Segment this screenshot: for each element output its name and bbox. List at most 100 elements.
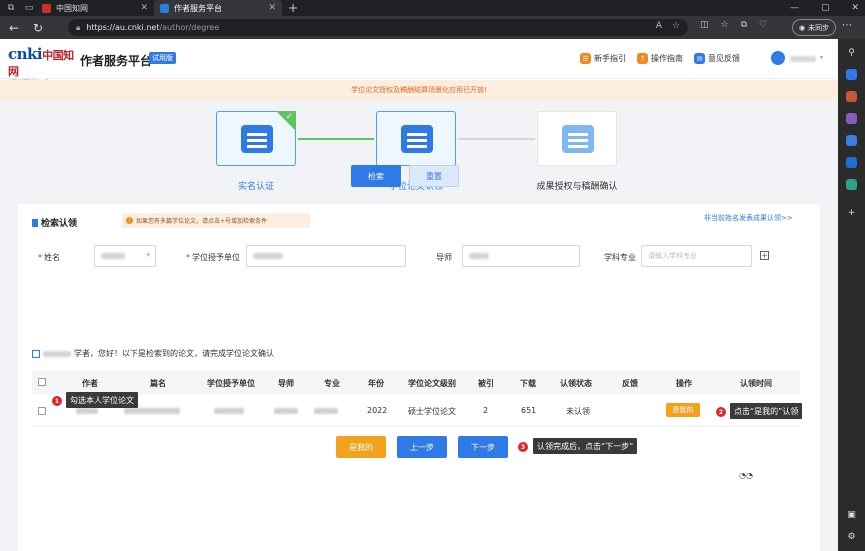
chevron-down-icon: ▾ [146,251,150,259]
tab-label: 作者服务平台 [174,3,222,13]
reset-button[interactable]: 重置 [409,165,459,187]
site-title: 作者服务平台 [80,54,153,68]
annotation-callout: 认领完成后，点击“下一步” [533,438,638,454]
sidebar-drop-icon[interactable] [846,179,857,190]
row-checkbox[interactable] [38,407,46,415]
tab-cnki[interactable]: 中国知网 ✕ [36,0,154,16]
greeting-text: 学者，您好！以下是检索到的论文，请完成学位论文确认 [74,349,274,358]
workspaces-icon[interactable]: ⧉ [4,1,18,15]
annotation-marker: 1 [52,396,62,406]
watermark: ◔◔ DRobot [736,468,814,483]
favorite-star-icon[interactable]: ☆ [672,21,680,31]
collections-icon[interactable]: ⧉ [741,20,747,30]
title-redacted [124,408,180,414]
col-header: 篇名 [150,379,166,388]
sidebar-outlook-icon[interactable] [846,157,857,168]
url-path: /author/degree [159,23,220,32]
select-all-checkbox[interactable] [38,378,46,386]
hint-text: 如果您有多篇学位论文，请点击+号增加检索条件 [136,218,268,225]
manual-link[interactable]: ? 操作指南 [637,53,683,64]
authorize-icon [562,125,594,153]
is-mine-button[interactable]: 是我的 [666,403,700,417]
sidebar-shopping-icon[interactable] [846,91,857,102]
col-header: 下载 [520,379,536,388]
sidebar-add-icon[interactable]: + [846,207,857,218]
col-header: 专业 [324,379,340,388]
sidebar-discover-icon[interactable] [846,69,857,80]
sync-label: 未同步 [808,23,830,32]
add-condition-icon[interactable]: + [760,251,769,260]
read-aloud-icon[interactable]: A [656,21,662,31]
col-header: 认领时间 [740,379,772,388]
info-icon: ! [126,217,133,224]
id-card-icon [241,125,273,153]
address-bar[interactable]: 🔒︎ https://au.cnki.net /author/degree A … [68,19,688,36]
advisor-input[interactable] [462,245,580,267]
search-button[interactable]: 检索 [351,165,401,187]
notice-banner[interactable]: 学位论文授权及稿酬结算场景化应用已开放! [0,80,838,100]
more-menu-icon[interactable]: ⋯ [842,20,852,31]
name-select[interactable]: ▾ [94,245,156,267]
next-step-button[interactable]: 下一步 [458,436,508,458]
col-header: 反馈 [622,379,638,388]
advisor-redacted [274,408,298,414]
user-name-redacted [790,56,816,62]
step-authorize [537,111,617,166]
tab-author-platform[interactable]: 作者服务平台 ✕ [154,0,282,16]
annotation-callout: 点击“是我的”认领 [730,403,803,419]
name-value-redacted [101,253,125,259]
window-controls: — ▢ ✕ [790,0,859,16]
cnki-logo[interactable]: cnki中国知网 中国知识基础设施工程 [8,47,76,85]
scholar-name-redacted [43,350,71,357]
refresh-icon[interactable]: ↻ [28,18,48,38]
is-mine-bulk-button[interactable]: 是我的 [336,436,386,458]
annotation-marker: 2 [716,407,726,417]
tab-label: 中国知网 [56,3,88,13]
other-name-claim-link[interactable]: 非当前姓名发表成果认领>> [704,213,793,223]
chevron-down-icon[interactable]: ▾ [820,54,823,61]
new-tab-icon[interactable]: + [288,1,298,15]
unit-label: * 学位授予单位 [186,253,240,262]
beginner-guide-link[interactable]: ☰ 新手指引 [580,53,626,64]
major-label: 学科专业 [604,253,636,262]
minimize-icon[interactable]: — [790,3,799,13]
sidebar-games-icon[interactable] [846,135,857,146]
close-tab-icon[interactable]: ✕ [140,3,148,13]
user-avatar[interactable] [771,51,785,65]
major-input[interactable]: 请输入学科专业 [641,245,752,267]
close-window-icon[interactable]: ✕ [851,3,859,13]
extensions-icon[interactable]: ♡ [759,20,767,30]
close-tab-icon[interactable]: ✕ [268,3,276,13]
profile-sync-button[interactable]: ◉ 未同步 [792,19,837,36]
favorites-icon[interactable]: ☆ [721,20,729,30]
annotation-callout: 勾选本人学位论文 [66,392,138,408]
address-toolbar: ← ↻ 🔒︎ https://au.cnki.net /author/degre… [0,16,865,39]
edge-sidebar: ⚲ + ▣ ⚙ [838,39,865,551]
back-icon[interactable]: ← [4,18,24,38]
step-identity: ✓ [216,111,296,166]
link-label: 新手指引 [594,54,626,63]
sidebar-settings-icon[interactable]: ⚙ [846,531,857,542]
sidebar-search-icon[interactable]: ⚲ [846,47,857,58]
step-label: 实名认证 [237,182,274,192]
split-screen-icon[interactable]: ◫ [700,20,709,30]
annotation-marker: 3 [518,442,528,452]
col-header: 作者 [82,379,98,388]
feedback-link[interactable]: ✉ 意见反馈 [694,53,740,64]
advisor-value-redacted [469,253,489,259]
col-header: 被引 [478,379,494,388]
sidebar-layout-icon[interactable]: ▣ [846,509,857,520]
unit-input[interactable] [246,245,406,267]
prev-step-button[interactable]: 上一步 [397,436,447,458]
cited-cell: 2 [483,406,489,415]
col-header: 学位授予单位 [207,379,255,388]
maximize-icon[interactable]: ▢ [821,3,830,13]
tab-actions-icon[interactable]: ▭ [22,1,36,15]
manual-icon: ? [637,53,648,64]
scholar-icon [32,349,40,358]
document-icon [401,125,433,153]
title-bar-icon [32,218,38,227]
lock-icon: 🔒︎ [76,22,81,32]
sidebar-tools-icon[interactable] [846,113,857,124]
check-icon: ✓ [285,112,293,122]
